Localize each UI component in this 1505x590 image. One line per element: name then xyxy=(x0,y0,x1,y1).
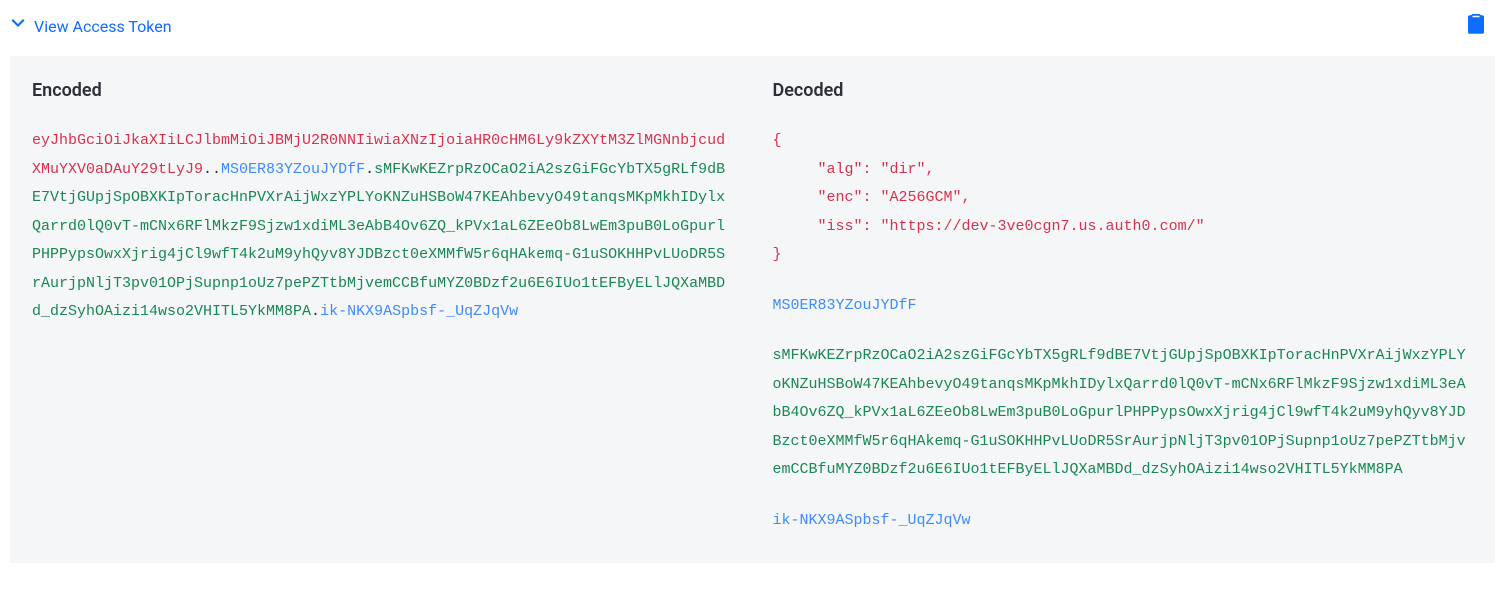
decoded-tag: ik-NKX9ASpbsf-_UqZJqVw xyxy=(773,507,1474,536)
jwt-separator: .. xyxy=(203,161,221,178)
decoded-cipher: sMFKwKEZrpRzOCaO2iA2szGiFGcYbTX5gRLf9dBE… xyxy=(773,342,1474,485)
decoded-column: Decoded { "alg": "dir", "enc": "A256GCM"… xyxy=(773,80,1474,535)
jwt-separator: . xyxy=(311,303,320,320)
toggle-label: View Access Token xyxy=(34,17,172,36)
clipboard-icon[interactable] xyxy=(1467,14,1485,38)
toggle-view-access-token[interactable]: View Access Token xyxy=(10,16,172,36)
encoded-token: eyJhbGciOiJkaXIiLCJlbmMiOiJBMjU2R0NNIiwi… xyxy=(32,127,733,327)
decoded-heading: Decoded xyxy=(773,80,1474,101)
header-row: View Access Token xyxy=(10,10,1495,56)
jwt-iv-segment: MS0ER83YZouJYDfF xyxy=(221,161,365,178)
decoded-iv: MS0ER83YZouJYDfF xyxy=(773,292,1474,321)
decoded-json: { "alg": "dir", "enc": "A256GCM", "iss":… xyxy=(773,127,1474,270)
token-panel: Encoded eyJhbGciOiJkaXIiLCJlbmMiOiJBMjU2… xyxy=(10,56,1495,563)
jwt-cipher-segment: sMFKwKEZrpRzOCaO2iA2szGiFGcYbTX5gRLf9dBE… xyxy=(32,161,725,321)
chevron-down-icon xyxy=(10,16,26,36)
jwt-tag-segment: ik-NKX9ASpbsf-_UqZJqVw xyxy=(320,303,518,320)
encoded-column: Encoded eyJhbGciOiJkaXIiLCJlbmMiOiJBMjU2… xyxy=(32,80,733,535)
jwt-separator: . xyxy=(365,161,374,178)
encoded-heading: Encoded xyxy=(32,80,733,101)
